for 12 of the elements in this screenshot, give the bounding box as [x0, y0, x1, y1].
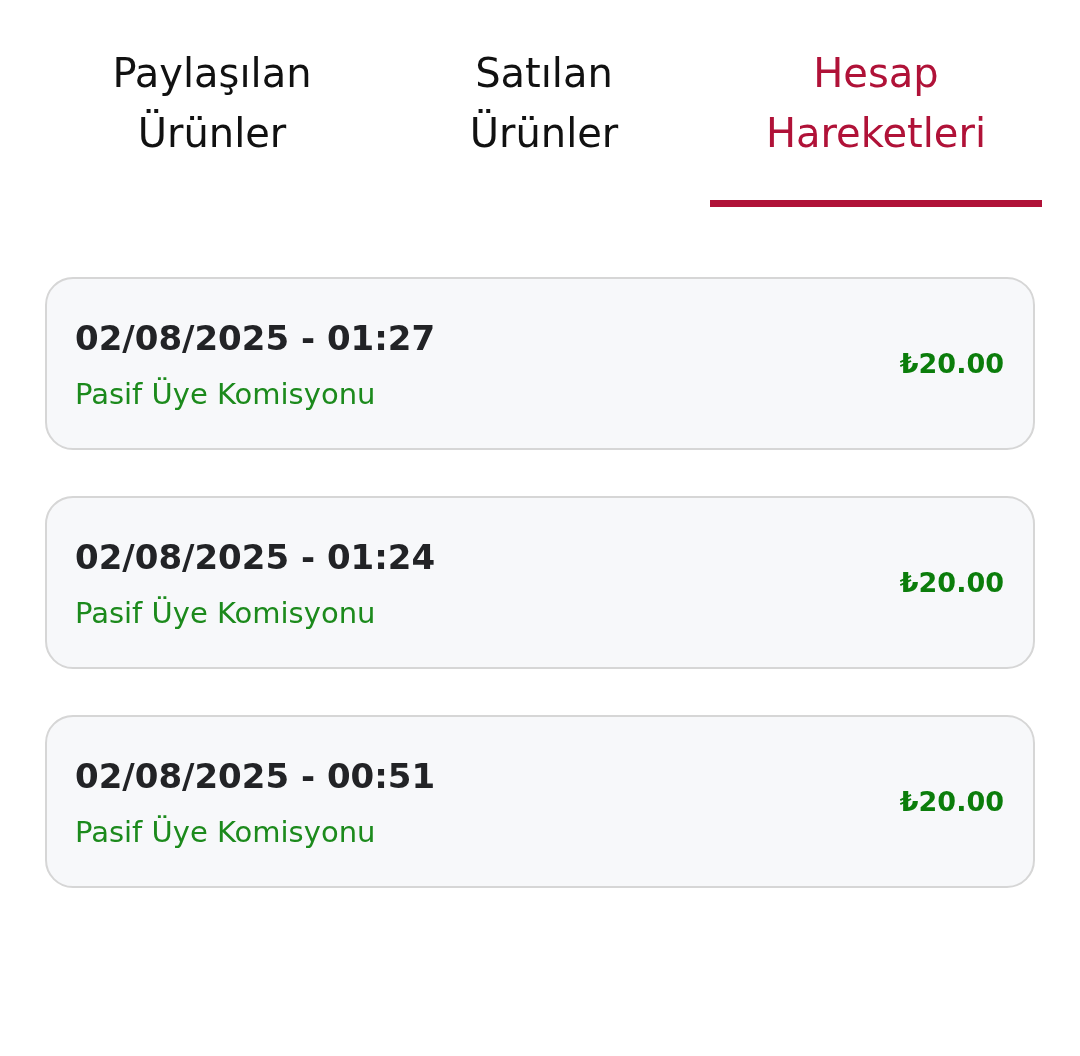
transaction-datetime: 02/08/2025 - 01:27 [75, 316, 436, 360]
transaction-datetime: 02/08/2025 - 01:24 [75, 535, 436, 579]
transaction-amount: ₺20.00 [899, 348, 1004, 379]
transaction-amount: ₺20.00 [899, 567, 1004, 598]
transaction-description: Pasif Üye Komisyonu [75, 813, 377, 850]
tab[interactable]: Paylaşılan Ürünler [46, 0, 378, 207]
transaction-description: Pasif Üye Komisyonu [75, 594, 377, 631]
transaction-amount: ₺20.00 [899, 786, 1004, 817]
transaction-datetime: 02/08/2025 - 00:51 [75, 754, 436, 798]
tab[interactable]: Satılan Ürünler [378, 0, 710, 207]
transaction-description: Pasif Üye Komisyonu [75, 375, 377, 412]
tab[interactable]: Hesap Hareketleri [710, 0, 1042, 207]
